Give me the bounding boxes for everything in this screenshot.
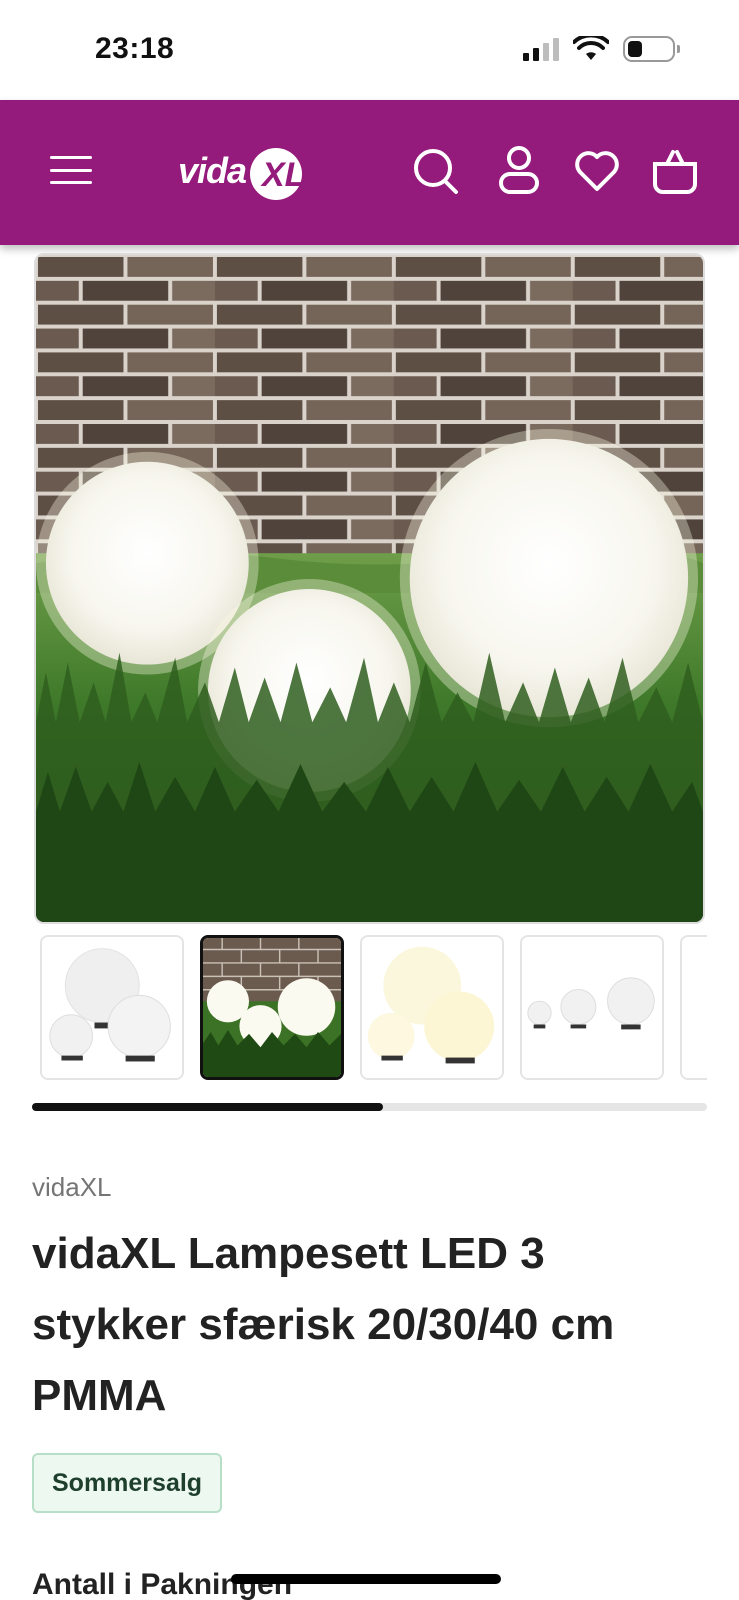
search-icon[interactable] <box>412 144 460 196</box>
product-title: vidaXL Lampesett LED 3 stykker sfærisk 2… <box>32 1229 615 1420</box>
status-time: 23:18 <box>95 32 175 65</box>
thumbnail-4[interactable] <box>520 935 664 1080</box>
product-main-image[interactable] <box>34 253 705 924</box>
thumbnail-5[interactable] <box>680 935 707 1080</box>
thumbnail-1[interactable] <box>40 935 184 1080</box>
gallery-scroll-indicator-fill <box>32 1103 383 1111</box>
logo-text: vida <box>178 150 247 191</box>
home-indicator[interactable] <box>231 1574 501 1584</box>
cart-icon[interactable] <box>651 144 699 196</box>
thumbnail-3[interactable] <box>360 935 504 1080</box>
logo-xl-text: XL <box>260 156 304 194</box>
vidaxl-logo[interactable]: vida XL <box>178 136 306 206</box>
gallery-scroll-indicator <box>32 1103 707 1111</box>
package-quantity-label: Antall i Pakningen <box>32 1568 293 1600</box>
wifi-icon <box>573 36 609 60</box>
logo-xl-mark: XL <box>242 140 306 202</box>
battery-icon <box>623 36 680 62</box>
account-icon[interactable] <box>495 144 543 196</box>
thumbnail-2[interactable] <box>200 935 344 1080</box>
status-bar: 23:18 <box>0 0 739 100</box>
cellular-signal-icon <box>523 37 559 61</box>
thumbnail-strip <box>40 935 707 1080</box>
heart-icon[interactable] <box>573 144 621 196</box>
product-brand[interactable]: vidaXL <box>32 1172 112 1203</box>
status-icons <box>523 36 680 62</box>
site-header: vida XL <box>0 100 739 245</box>
menu-icon[interactable] <box>50 152 92 188</box>
sale-badge: Sommersalg <box>32 1453 223 1513</box>
